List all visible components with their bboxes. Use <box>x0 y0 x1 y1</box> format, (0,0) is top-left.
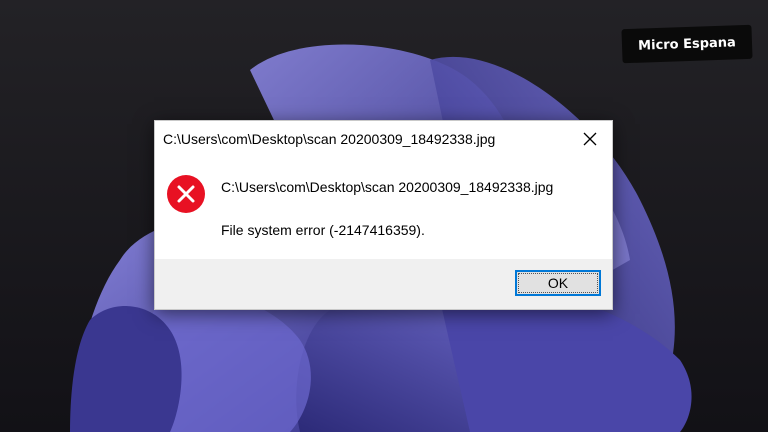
watermark-badge: Micro Espana <box>621 24 753 64</box>
watermark-text: Micro Espana <box>637 34 737 54</box>
focus-ring <box>518 273 598 293</box>
ok-button[interactable]: OK <box>515 270 601 296</box>
message-file-path: C:\Users\com\Desktop\scan 20200309_18492… <box>221 179 554 195</box>
dialog-content: C:\Users\com\Desktop\scan 20200309_18492… <box>155 157 612 261</box>
error-icon <box>167 175 205 213</box>
dialog-title-bar[interactable]: C:\Users\com\Desktop\scan 20200309_18492… <box>155 121 612 157</box>
dialog-title: C:\Users\com\Desktop\scan 20200309_18492… <box>163 131 496 147</box>
error-dialog: C:\Users\com\Desktop\scan 20200309_18492… <box>154 120 613 310</box>
close-button[interactable] <box>568 121 612 157</box>
message-error-text: File system error (-2147416359). <box>221 222 425 238</box>
dialog-footer: OK <box>155 259 612 309</box>
close-icon <box>583 132 597 146</box>
